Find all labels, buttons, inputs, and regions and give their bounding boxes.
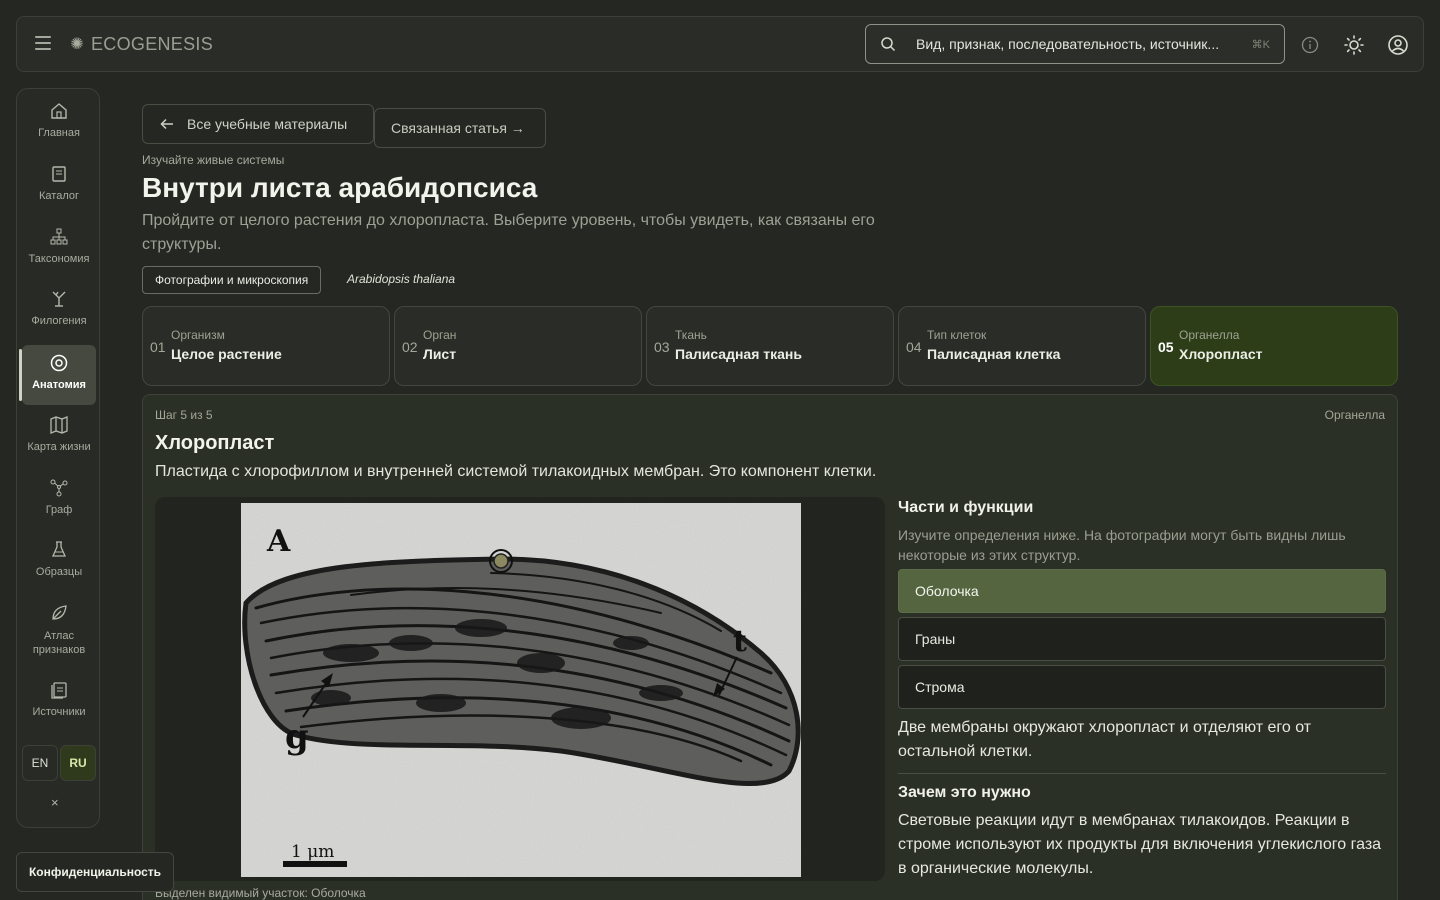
step-number: 03 bbox=[654, 339, 670, 355]
media-tag[interactable]: Фотографии и микроскопия bbox=[142, 266, 322, 294]
sidebar-item-label: Каталог bbox=[39, 190, 79, 202]
graph-icon bbox=[50, 479, 68, 497]
lang-ru-button[interactable]: RU bbox=[60, 745, 96, 781]
parts-hint: Изучите определения ниже. На фотографии … bbox=[898, 527, 1346, 563]
step-kind: Ткань bbox=[675, 328, 707, 342]
tree-icon bbox=[52, 291, 66, 307]
page-title: Внутри листа арабидопсиса bbox=[142, 172, 538, 203]
sidebar-item-phylogeny[interactable]: Филогения bbox=[22, 289, 96, 341]
sidebar-item-label: Филогения bbox=[31, 315, 87, 327]
part-grana[interactable]: Граны bbox=[898, 617, 1386, 661]
sidebar-item-trait-atlas[interactable]: Атлас признаков bbox=[22, 603, 96, 659]
privacy-button[interactable]: Конфиденциальность bbox=[16, 852, 174, 892]
sidebar-item-anatomy[interactable]: Анатомия bbox=[19, 345, 96, 405]
map-icon bbox=[50, 416, 68, 434]
sidebar-item-taxonomy[interactable]: Таксономия bbox=[22, 227, 96, 279]
detail-description: Пластида с хлорофиллом и внутренней сист… bbox=[155, 463, 877, 480]
step-organelle[interactable]: 05 Органелла Хлоропласт bbox=[1150, 306, 1398, 386]
parts-title: Части и функции bbox=[898, 499, 1034, 516]
home-icon bbox=[51, 103, 67, 119]
why-body: Световые реакции идут в мембранах тилако… bbox=[898, 812, 1382, 877]
logo[interactable]: ✺ ECOGENESIS bbox=[67, 34, 213, 55]
step-tissue[interactable]: 03 Ткань Палисадная ткань bbox=[646, 306, 894, 386]
sidebar-item-life-map[interactable]: Карта жизни bbox=[22, 415, 96, 467]
leaf-icon bbox=[52, 605, 67, 620]
species-name: Arabidopsis thaliana bbox=[347, 272, 456, 286]
theme-sun-icon[interactable] bbox=[1343, 34, 1365, 56]
account-icon[interactable] bbox=[1387, 34, 1409, 56]
why-title: Зачем это нужно bbox=[898, 784, 1031, 801]
page-subtitle: Пройдите от целого растения до хлороплас… bbox=[142, 212, 875, 253]
sidebar-item-label: Таксономия bbox=[28, 253, 90, 265]
sidebar-item-label: Образцы bbox=[35, 566, 83, 578]
part-description: Две мембраны окружают хлоропласт и отдел… bbox=[898, 719, 1312, 760]
sidebar-item-samples[interactable]: Образцы bbox=[22, 540, 96, 592]
step-cell-type[interactable]: 04 Тип клеток Палисадная клетка bbox=[898, 306, 1146, 386]
menu-icon[interactable] bbox=[35, 36, 51, 52]
grana-label: g bbox=[285, 717, 309, 757]
thylakoid-label: t bbox=[733, 624, 747, 659]
step-name: Хлоропласт bbox=[1179, 346, 1263, 362]
app-name: ECOGENESIS bbox=[91, 34, 214, 54]
step-number: 04 bbox=[906, 339, 922, 355]
sidebar-item-sources[interactable]: Источники bbox=[22, 680, 96, 732]
step-name: Целое растение bbox=[171, 346, 282, 362]
search-icon bbox=[881, 37, 896, 52]
arrow-left-icon bbox=[160, 118, 173, 130]
part-stroma[interactable]: Строма bbox=[898, 665, 1386, 709]
close-icon[interactable]: × bbox=[51, 795, 59, 810]
panel-label: A bbox=[266, 524, 291, 559]
photo-caption: Выделен видимый участок: Оболочка bbox=[155, 886, 366, 900]
sidebar: Главная Каталог Таксономия Филогения Ана… bbox=[16, 88, 100, 828]
sidebar-item-graph[interactable]: Граф bbox=[22, 478, 96, 530]
step-kind: Орган bbox=[423, 328, 457, 342]
book-icon bbox=[52, 166, 66, 182]
detail-title: Хлоропласт bbox=[155, 432, 275, 454]
info-icon[interactable] bbox=[1299, 34, 1321, 56]
step-organism[interactable]: 01 Организм Целое растение bbox=[142, 306, 390, 386]
sidebar-item-label: Атлас признаков bbox=[32, 630, 86, 656]
sidebar-item-label: Источники bbox=[32, 706, 86, 718]
back-label: Все учебные материалы bbox=[187, 116, 348, 132]
step-name: Палисадная ткань bbox=[675, 346, 802, 362]
step-number: 05 bbox=[1158, 339, 1174, 355]
search-box[interactable]: ⌘K bbox=[865, 24, 1285, 64]
step-number: 02 bbox=[402, 339, 418, 355]
search-input[interactable] bbox=[916, 36, 1244, 52]
related-article-button[interactable]: Связанная статья → bbox=[374, 108, 546, 148]
eyebrow: Изучайте живые системы bbox=[142, 153, 285, 167]
lang-en-button[interactable]: EN bbox=[22, 745, 58, 781]
level-kind: Органелла bbox=[1324, 408, 1385, 422]
cell-icon bbox=[50, 354, 68, 372]
step-kind: Организм bbox=[171, 328, 225, 342]
part-envelope[interactable]: Оболочка bbox=[898, 569, 1386, 613]
step-organ[interactable]: 02 Орган Лист bbox=[394, 306, 642, 386]
sidebar-item-label: Карта жизни bbox=[27, 441, 91, 453]
photo-frame: A t g 1 μm bbox=[155, 497, 885, 881]
sidebar-item-label: Анатомия bbox=[32, 379, 86, 391]
step-counter: Шаг 5 из 5 bbox=[155, 408, 213, 422]
detail-panel: Шаг 5 из 5 Органелла Хлоропласт Пластида… bbox=[142, 394, 1398, 900]
step-number: 01 bbox=[150, 339, 166, 355]
hierarchy-icon bbox=[50, 228, 68, 245]
sidebar-item-home[interactable]: Главная bbox=[22, 101, 96, 153]
step-kind: Органелла bbox=[1179, 328, 1240, 342]
sun-logo-icon: ✺ bbox=[70, 35, 84, 53]
divider bbox=[898, 773, 1386, 774]
step-name: Лист bbox=[423, 346, 457, 362]
flask-icon bbox=[51, 541, 67, 557]
step-name: Палисадная клетка bbox=[927, 346, 1061, 362]
back-to-materials-button[interactable]: Все учебные материалы bbox=[142, 104, 374, 144]
top-bar: ✺ ECOGENESIS ⌘K bbox=[16, 16, 1424, 72]
scale-label: 1 μm bbox=[291, 842, 334, 862]
sidebar-item-catalog[interactable]: Каталог bbox=[22, 164, 96, 216]
sidebar-item-label: Главная bbox=[38, 127, 80, 139]
sources-icon bbox=[51, 682, 67, 699]
chloroplast-micrograph[interactable]: A t g 1 μm bbox=[241, 503, 801, 877]
step-kind: Тип клеток bbox=[927, 328, 987, 342]
shortcut-hint: ⌘K bbox=[1251, 38, 1270, 51]
sidebar-item-label: Граф bbox=[45, 504, 73, 516]
